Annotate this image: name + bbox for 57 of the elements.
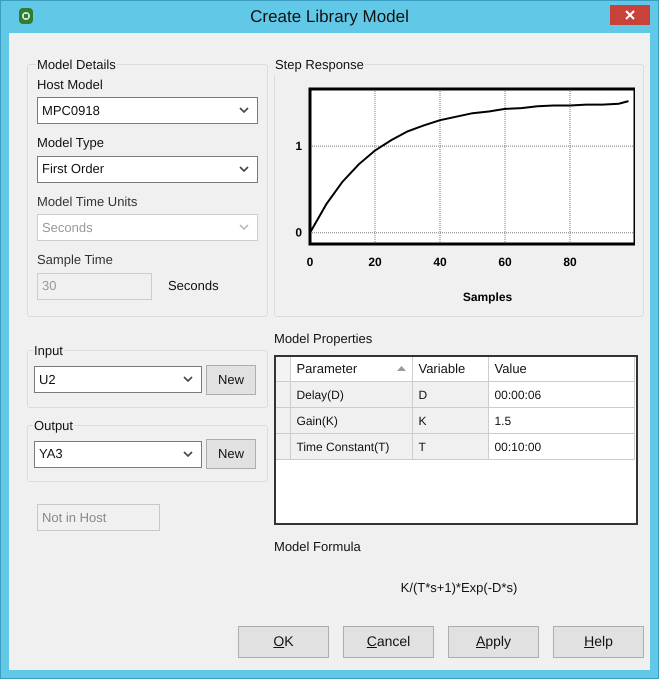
formula-text: K/(T*s+1)*Exp(-D*s): [400, 579, 518, 597]
table-cell: Delay(D): [290, 382, 412, 408]
dropdown-value: Seconds: [42, 218, 93, 237]
table-cell: D: [412, 382, 488, 408]
axis-tick-label: 0: [306, 254, 314, 268]
section-title: Model Formula: [274, 538, 362, 556]
group-title: Input: [33, 342, 64, 360]
dropdown-value: U2: [39, 370, 56, 389]
axis-tick-label: 1: [295, 138, 302, 153]
host-status-field: Not in Host: [37, 504, 160, 531]
axis-tick-label: 40: [433, 254, 447, 268]
table-cell: T: [412, 434, 488, 460]
group-title: Output: [33, 416, 74, 435]
dialog-button[interactable]: Cancel: [343, 626, 434, 658]
chevron-down-icon: [183, 376, 193, 383]
chevron-down-icon: [183, 450, 193, 458]
dropdown[interactable]: U2: [34, 366, 202, 393]
chevron-down-icon: [239, 224, 249, 231]
new-button[interactable]: New: [206, 364, 256, 394]
table-cell: 00:10:00: [488, 434, 634, 460]
column-header[interactable]: Parameter: [290, 356, 412, 382]
close-button[interactable]: [610, 5, 650, 25]
field-label: Model Type: [37, 134, 105, 152]
section-title: Model Properties: [274, 330, 374, 348]
table-cell: Time Constant(T): [290, 434, 412, 460]
dropdown[interactable]: YA3: [34, 440, 202, 468]
close-icon: [625, 10, 635, 20]
dialog-button[interactable]: OK: [238, 626, 329, 658]
field-label: Model Time Units: [37, 192, 138, 210]
axis-tick-label: 60: [498, 254, 512, 268]
axis-tick-label: 80: [563, 254, 577, 268]
group-title: Step Response: [274, 56, 365, 74]
new-button[interactable]: New: [206, 439, 256, 469]
dialog-button[interactable]: Help: [553, 626, 644, 658]
chevron-down-icon: [239, 166, 249, 172]
axis-tick-label: 0: [295, 225, 302, 240]
table-cell: 00:00:06: [488, 382, 634, 408]
group-title: Model Details: [36, 56, 117, 74]
column-header[interactable]: Value: [488, 356, 634, 382]
dropdown-value: MPC0918: [42, 102, 100, 120]
dialog-button[interactable]: Apply: [448, 626, 539, 658]
column-header[interactable]: Variable: [412, 356, 488, 382]
table-cell: K: [412, 408, 488, 434]
dropdown[interactable]: MPC0918: [37, 97, 258, 124]
dropdown-value: YA3: [39, 445, 63, 464]
app-icon: [19, 8, 33, 24]
window-title: Create Library Model: [250, 6, 409, 28]
field-label: Sample Time: [37, 251, 114, 269]
axis-tick-label: 20: [368, 254, 382, 268]
table-cell: Gain(K): [290, 408, 412, 434]
field-label: Host Model: [37, 76, 104, 94]
table-cell: 1.5: [488, 408, 634, 434]
dropdown[interactable]: First Order: [37, 156, 258, 182]
unit-label: Seconds: [168, 277, 219, 296]
chevron-down-icon: [239, 107, 249, 114]
dropdown-value: First Order: [42, 160, 104, 178]
axis-title: Samples: [462, 290, 512, 304]
